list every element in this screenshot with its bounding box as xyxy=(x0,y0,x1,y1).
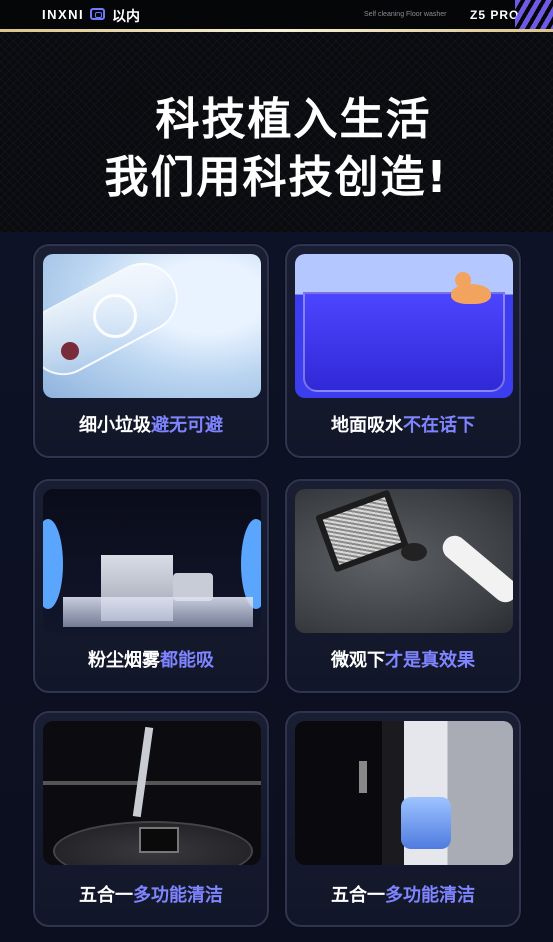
feature-card: 微观下才是真效果 xyxy=(285,479,521,693)
feature-card: 地面吸水不在话下 xyxy=(285,244,521,458)
top-bar: INXNI 以内 Self cleaning Floor washer Z5 P… xyxy=(0,0,553,32)
caption-text: 五合一 xyxy=(331,885,385,906)
caption-highlight: 不在话下 xyxy=(403,415,475,436)
mop-base-image xyxy=(43,721,261,865)
feature-card: 五合一多功能清洁 xyxy=(33,711,269,927)
caption-highlight: 都能吸 xyxy=(160,650,214,671)
dust-smoke-image xyxy=(43,489,261,633)
feature-card: 细小垃圾避无可避 xyxy=(33,244,269,458)
feature-caption: 细小垃圾避无可避 xyxy=(35,411,267,437)
blue-water-image xyxy=(295,254,513,398)
feature-caption: 粉尘烟雾都能吸 xyxy=(35,646,267,672)
feature-caption: 地面吸水不在话下 xyxy=(287,411,519,437)
caption-text: 地面吸水 xyxy=(331,415,403,436)
feature-caption: 微观下才是真效果 xyxy=(287,646,519,672)
stripes-decoration xyxy=(515,0,553,29)
model-name: Z5 PRO xyxy=(470,8,520,22)
feature-card: 粉尘烟雾都能吸 xyxy=(33,479,269,693)
brand-logo: INXNI xyxy=(42,7,85,22)
feature-caption: 五合一多功能清洁 xyxy=(35,881,267,907)
feature-caption: 五合一多功能清洁 xyxy=(287,881,519,907)
caption-text: 微观下 xyxy=(331,650,385,671)
caption-highlight: 多功能清洁 xyxy=(385,885,475,906)
caption-highlight: 多功能清洁 xyxy=(133,885,223,906)
caption-text: 粉尘烟雾 xyxy=(88,650,160,671)
water-tank-image xyxy=(295,721,513,865)
microscope-floor-image xyxy=(295,489,513,633)
product-tagline: Self cleaning Floor washer xyxy=(364,11,447,18)
brand-box-icon xyxy=(90,8,105,20)
hero-banner: 科技植入生活 我们用科技创造! xyxy=(0,32,553,232)
caption-highlight: 避无可避 xyxy=(151,415,223,436)
tube-bubble-image xyxy=(43,254,261,398)
caption-text: 五合一 xyxy=(79,885,133,906)
caption-text: 细小垃圾 xyxy=(79,415,151,436)
feature-card: 五合一多功能清洁 xyxy=(285,711,521,927)
caption-highlight: 才是真效果 xyxy=(385,650,475,671)
hero-title-line2: 我们用科技创造! xyxy=(104,152,449,203)
hero-title-line1: 科技植入生活 xyxy=(155,94,432,145)
brand-name-cn: 以内 xyxy=(112,9,140,25)
